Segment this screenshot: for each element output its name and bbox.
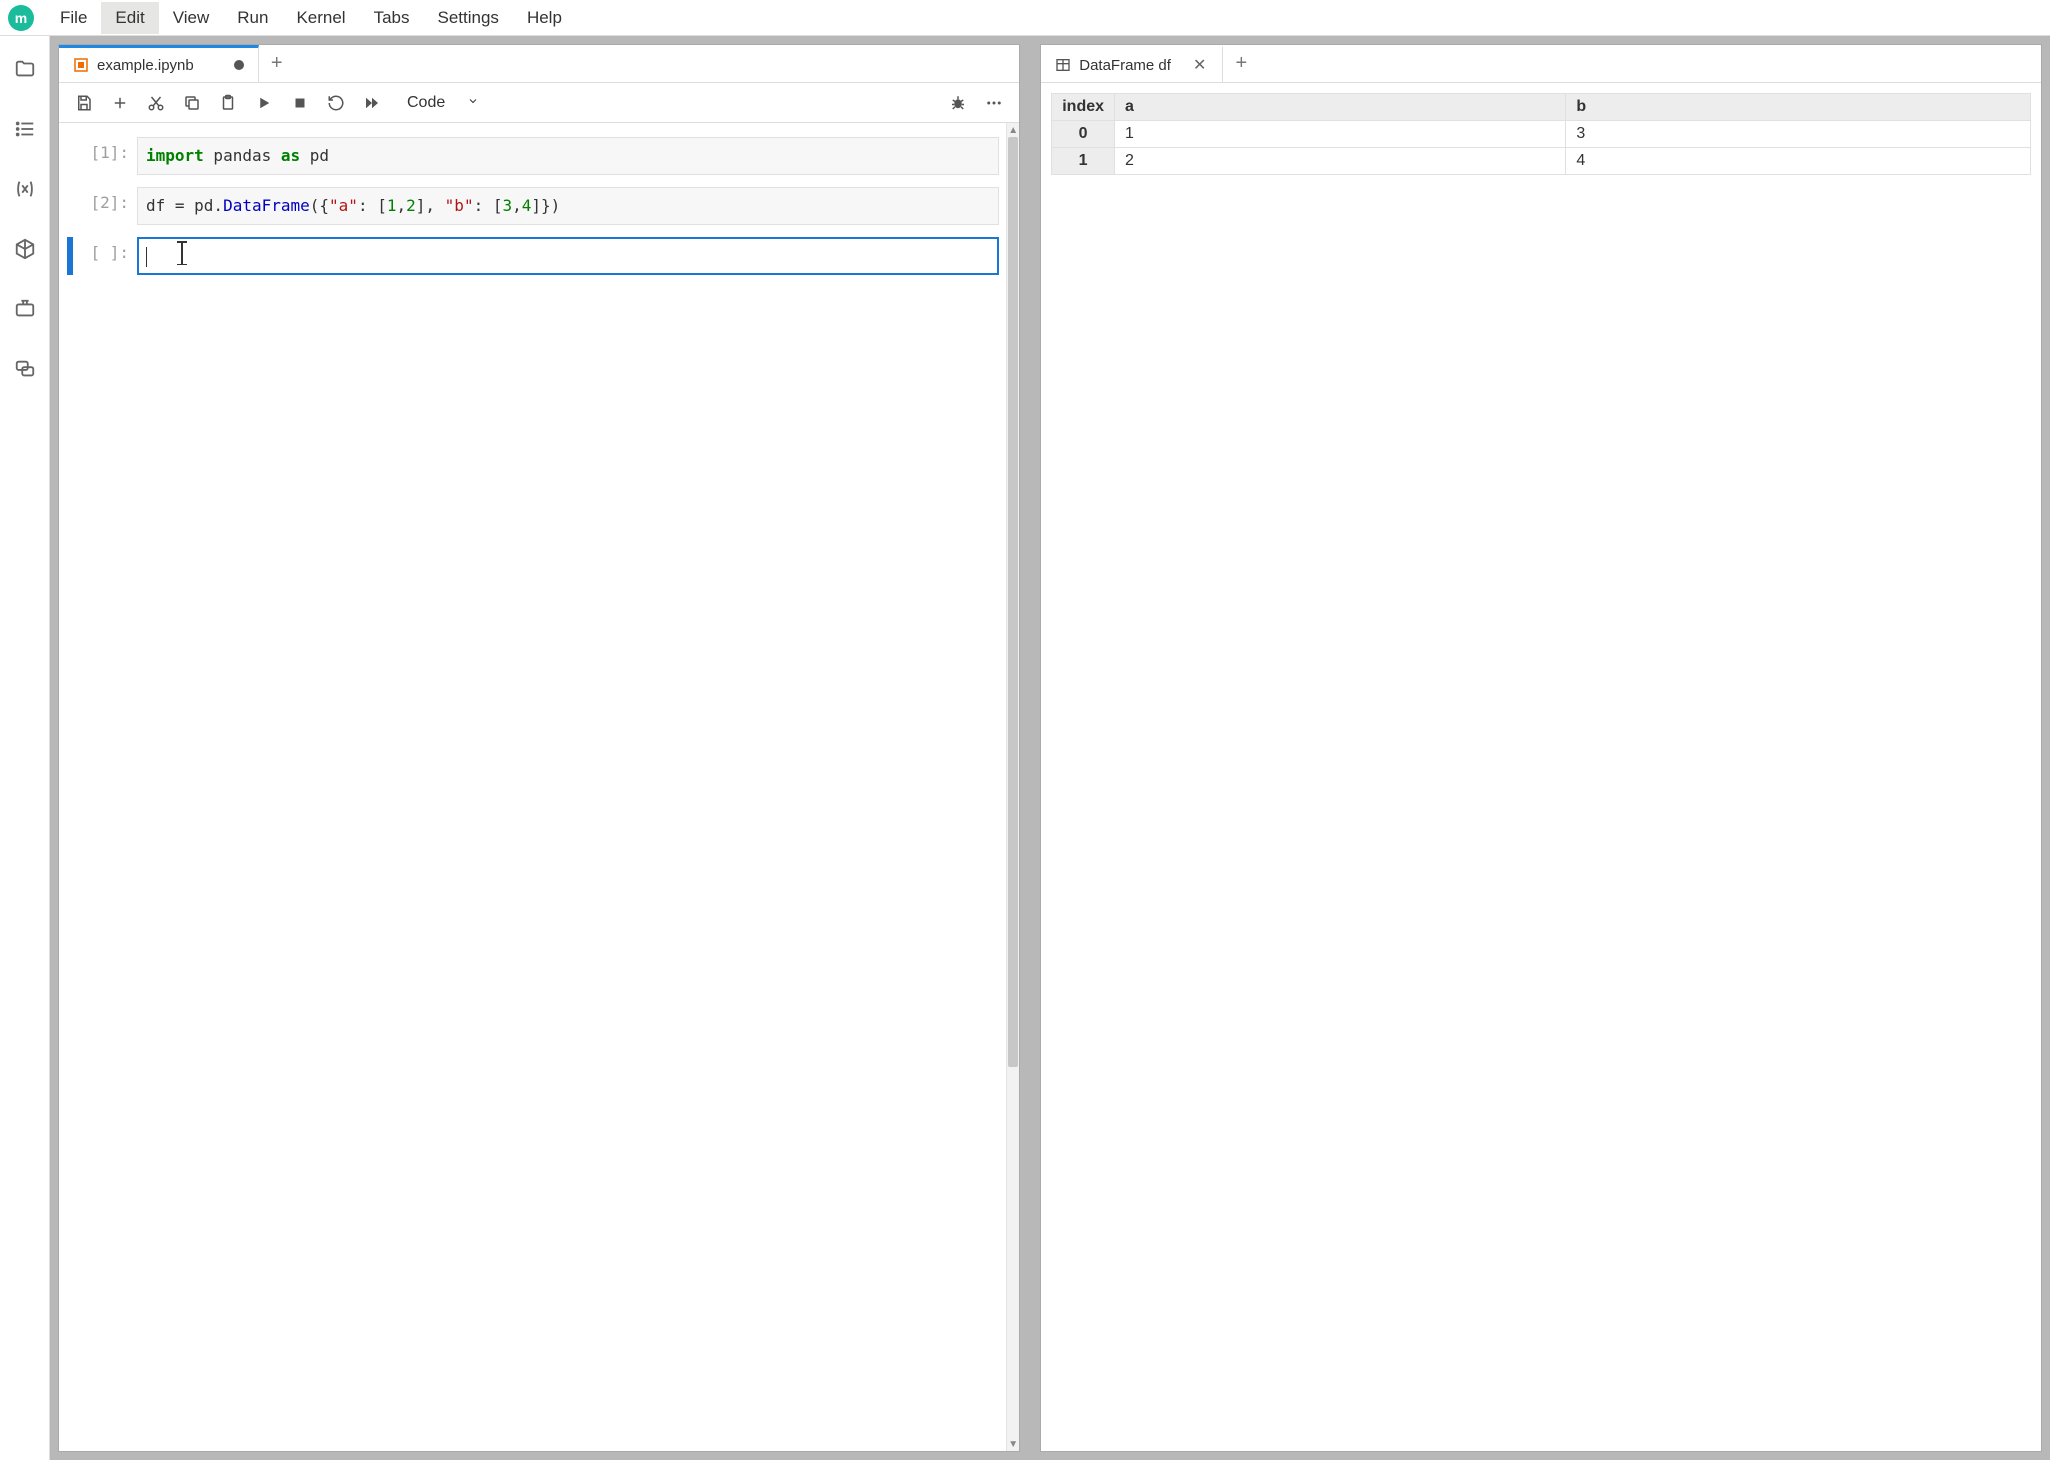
table-row[interactable]: 013 [1052, 121, 2031, 148]
notebook-icon [73, 57, 89, 73]
unsaved-indicator-icon [234, 60, 244, 70]
dataframe-body: indexab 013124 [1041, 83, 2041, 185]
tab-label: example.ipynb [97, 57, 194, 74]
copy-button[interactable] [177, 88, 207, 118]
text-cursor-icon [175, 242, 189, 264]
tab-label: DataFrame df [1079, 57, 1171, 74]
activity-bar [0, 36, 50, 1460]
cell-type-label: Code [407, 94, 445, 112]
menu-help[interactable]: Help [513, 2, 576, 34]
scroll-thumb[interactable] [1008, 137, 1018, 1067]
tab-dataframe-df[interactable]: DataFrame df ✕ [1041, 45, 1223, 82]
menu-edit[interactable]: Edit [101, 2, 158, 34]
run-all-button[interactable] [357, 88, 387, 118]
more-button[interactable] [979, 88, 1009, 118]
app-logo[interactable]: m [8, 5, 34, 31]
notebook-panel: example.ipynb + [58, 44, 1020, 1452]
extensions-icon[interactable] [12, 236, 38, 262]
scroll-up-icon[interactable]: ▲ [1007, 123, 1019, 137]
folder-icon[interactable] [12, 56, 38, 82]
column-header[interactable]: a [1115, 94, 1566, 121]
main-area: example.ipynb + [0, 36, 2050, 1460]
cell-value[interactable]: 3 [1566, 121, 2031, 148]
cell-value[interactable]: 4 [1566, 148, 2031, 175]
table-icon [1055, 57, 1071, 73]
menu-run[interactable]: Run [223, 2, 282, 34]
cell-value[interactable]: 2 [1115, 148, 1566, 175]
save-button[interactable] [69, 88, 99, 118]
menubar: m FileEditViewRunKernelTabsSettingsHelp [0, 0, 2050, 36]
tab-example-ipynb[interactable]: example.ipynb [59, 45, 259, 82]
notebook-tab-bar: example.ipynb + [59, 45, 1019, 83]
run-button[interactable] [249, 88, 279, 118]
workspace: example.ipynb + [50, 36, 2050, 1460]
cell-type-select[interactable]: Code [399, 90, 487, 116]
table-header-row: indexab [1052, 94, 2031, 121]
inspector-icon[interactable] [12, 296, 38, 322]
add-cell-button[interactable] [105, 88, 135, 118]
table-row[interactable]: 124 [1052, 148, 2031, 175]
close-icon[interactable]: ✕ [1191, 55, 1208, 75]
code-cell[interactable]: [ ]: [67, 237, 999, 275]
code-cell[interactable]: [2]:df = pd.DataFrame({"a": [1,2], "b": … [67, 187, 999, 225]
scrollbar[interactable]: ▲ ▼ [1006, 123, 1019, 1451]
menu-view[interactable]: View [159, 2, 224, 34]
notebook-toolbar: Code [59, 83, 1019, 123]
menu-settings[interactable]: Settings [424, 2, 513, 34]
cell-value[interactable]: 1 [1115, 121, 1566, 148]
dataframe-table: indexab 013124 [1051, 93, 2031, 175]
scroll-down-icon[interactable]: ▼ [1007, 1437, 1019, 1451]
cell-input[interactable] [137, 237, 999, 275]
chat-icon[interactable] [12, 356, 38, 382]
row-index: 1 [1052, 148, 1115, 175]
code-cell[interactable]: [1]:import pandas as pd [67, 137, 999, 175]
toc-icon[interactable] [12, 116, 38, 142]
row-index: 0 [1052, 121, 1115, 148]
cell-input[interactable]: df = pd.DataFrame({"a": [1,2], "b": [3,4… [137, 187, 999, 225]
new-tab-button[interactable]: + [259, 52, 295, 75]
table-body: 013124 [1052, 121, 2031, 175]
menu-kernel[interactable]: Kernel [282, 2, 359, 34]
menu-tabs[interactable]: Tabs [360, 2, 424, 34]
debug-button[interactable] [943, 88, 973, 118]
restart-button[interactable] [321, 88, 351, 118]
cell-prompt: [2]: [73, 187, 137, 212]
menu-file[interactable]: File [46, 2, 101, 34]
cut-button[interactable] [141, 88, 171, 118]
dataframe-panel: DataFrame df ✕ + indexab 013124 [1040, 44, 2042, 1452]
new-tab-button[interactable]: + [1223, 52, 1259, 75]
notebook-body[interactable]: [1]:import pandas as pd[2]:df = pd.DataF… [59, 123, 1019, 1451]
dataframe-tab-bar: DataFrame df ✕ + [1041, 45, 2041, 83]
cell-prompt: [ ]: [73, 237, 137, 262]
column-header[interactable]: b [1566, 94, 2031, 121]
stop-button[interactable] [285, 88, 315, 118]
cell-input[interactable]: import pandas as pd [137, 137, 999, 175]
paste-button[interactable] [213, 88, 243, 118]
variables-icon[interactable] [12, 176, 38, 202]
chevron-down-icon [467, 94, 479, 112]
column-header[interactable]: index [1052, 94, 1115, 121]
menu-items-container: FileEditViewRunKernelTabsSettingsHelp [46, 2, 576, 34]
cell-prompt: [1]: [73, 137, 137, 162]
